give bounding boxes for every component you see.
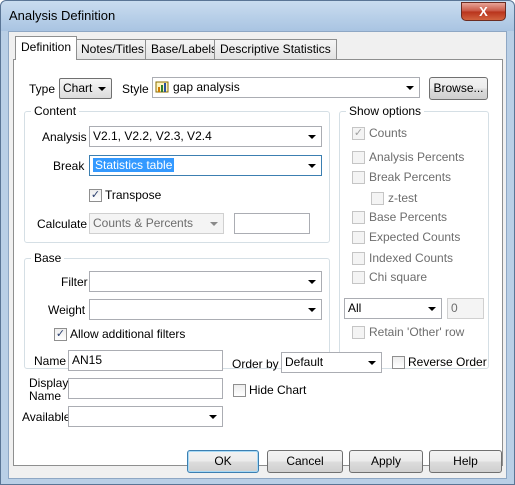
order-by-label: Order by <box>232 357 279 371</box>
calculate-extra-field[interactable] <box>234 213 310 234</box>
analysis-label: Analysis <box>42 130 87 144</box>
available-select[interactable] <box>68 406 223 427</box>
order-by-select[interactable]: Default <box>281 352 382 373</box>
title-bar[interactable]: Analysis Definition X <box>1 1 514 31</box>
analysis-definition-dialog: Analysis Definition X Definition Notes/T… <box>0 0 515 485</box>
break-value: Statistics table <box>93 158 175 172</box>
chart-style-icon <box>155 81 169 93</box>
window-title: Analysis Definition <box>9 8 116 23</box>
tab-label: Base/Labels <box>151 42 218 56</box>
apply-button[interactable]: Apply <box>349 450 423 473</box>
style-select[interactable]: gap analysis <box>152 77 420 98</box>
type-value: Chart <box>63 81 93 95</box>
indexed-counts-checkbox[interactable] <box>352 252 365 265</box>
analysis-select[interactable]: V2.1, V2.2, V2.3, V2.4 <box>89 126 322 147</box>
display-name-label-line2: Name <box>29 389 62 403</box>
show-options-group: Show options ✓ Counts Analysis Percents … <box>339 104 489 369</box>
cancel-button[interactable]: Cancel <box>267 450 343 473</box>
tab-label: Definition <box>21 40 72 54</box>
browse-button[interactable]: Browse... <box>429 77 488 100</box>
base-percents-checkbox[interactable] <box>352 211 365 224</box>
tab-definition[interactable]: Definition <box>15 36 78 60</box>
chevron-down-icon <box>210 222 218 226</box>
break-percents-checkbox[interactable] <box>352 171 365 184</box>
ok-button[interactable]: OK <box>187 450 259 473</box>
order-by-value: Default <box>285 355 324 369</box>
chevron-down-icon <box>368 361 376 365</box>
hide-chart-checkbox[interactable] <box>233 384 246 397</box>
tab-descriptive-statistics[interactable]: Descriptive Statistics <box>214 39 337 59</box>
chevron-down-icon <box>308 308 316 312</box>
tab-notes-titles[interactable]: Notes/Titles <box>75 39 150 59</box>
reverse-order-checkbox[interactable] <box>392 356 405 369</box>
tab-label: Notes/Titles <box>81 42 144 56</box>
chevron-down-icon <box>308 164 316 168</box>
indexed-counts-label[interactable]: Indexed Counts <box>369 251 453 265</box>
expected-counts-label[interactable]: Expected Counts <box>369 230 460 244</box>
weight-select[interactable] <box>89 299 322 320</box>
type-label: Type <box>29 82 56 96</box>
base-group-title: Base <box>31 251 65 265</box>
break-percents-label[interactable]: Break Percents <box>369 170 451 184</box>
all-select[interactable]: All <box>344 298 442 319</box>
content-group: Content Analysis V2.1, V2.2, V2.3, V2.4 … <box>24 104 330 243</box>
definition-panel: Type Chart Style gap analysis Browse... … <box>13 59 503 466</box>
chevron-down-icon <box>428 307 436 311</box>
help-button[interactable]: Help <box>429 450 502 473</box>
analysis-percents-label[interactable]: Analysis Percents <box>369 150 464 164</box>
hide-chart-label[interactable]: Hide Chart <box>249 383 306 397</box>
chevron-down-icon <box>98 87 106 91</box>
retain-other-row-checkbox[interactable] <box>352 326 365 339</box>
calculate-value: Counts & Percents <box>93 216 194 230</box>
allow-filters-checkbox[interactable]: ✓ <box>54 328 67 341</box>
calculate-select[interactable]: Counts & Percents <box>89 213 224 234</box>
all-value: All <box>348 301 362 315</box>
all-number-field[interactable]: 0 <box>447 298 484 319</box>
z-test-checkbox[interactable] <box>371 192 384 205</box>
reverse-order-label[interactable]: Reverse Order <box>408 355 487 369</box>
allow-filters-label[interactable]: Allow additional filters <box>70 327 185 341</box>
z-test-label[interactable]: z-test <box>388 191 417 205</box>
calculate-label: Calculate <box>37 217 88 231</box>
analysis-percents-checkbox[interactable] <box>352 151 365 164</box>
tab-base-labels[interactable]: Base/Labels <box>145 39 224 59</box>
weight-label: Weight <box>48 303 86 317</box>
break-select[interactable]: Statistics table <box>89 155 322 176</box>
chevron-down-icon <box>209 415 217 419</box>
chevron-down-icon <box>308 135 316 139</box>
name-field[interactable]: AN15 <box>68 350 223 371</box>
counts-checkbox[interactable]: ✓ <box>352 127 365 140</box>
dialog-client-area: Definition Notes/Titles Base/Labels Desc… <box>8 31 507 479</box>
break-label: Break <box>53 159 85 173</box>
style-value: gap analysis <box>173 80 240 94</box>
style-label: Style <box>122 82 149 96</box>
chi-square-checkbox[interactable] <box>352 271 365 284</box>
analysis-value: V2.1, V2.2, V2.3, V2.4 <box>93 129 212 143</box>
base-percents-label[interactable]: Base Percents <box>369 210 447 224</box>
close-button[interactable]: X <box>461 2 506 21</box>
display-name-field[interactable] <box>68 378 223 399</box>
filter-select[interactable] <box>89 271 322 292</box>
name-label: Name <box>34 354 67 368</box>
expected-counts-checkbox[interactable] <box>352 231 365 244</box>
counts-label[interactable]: Counts <box>369 126 407 140</box>
chevron-down-icon <box>308 280 316 284</box>
type-select[interactable]: Chart <box>59 78 112 99</box>
available-label: Available <box>22 410 71 424</box>
filter-label: Filter <box>61 275 88 289</box>
show-options-title: Show options <box>346 104 425 118</box>
content-group-title: Content <box>31 104 80 118</box>
chevron-down-icon <box>406 86 414 90</box>
chi-square-label[interactable]: Chi square <box>369 270 427 284</box>
display-name-label-line1: Display <box>29 376 69 390</box>
tab-label: Descriptive Statistics <box>220 42 331 56</box>
transpose-label[interactable]: Transpose <box>105 188 161 202</box>
retain-other-row-label[interactable]: Retain 'Other' row <box>369 325 464 339</box>
transpose-checkbox[interactable]: ✓ <box>89 189 102 202</box>
